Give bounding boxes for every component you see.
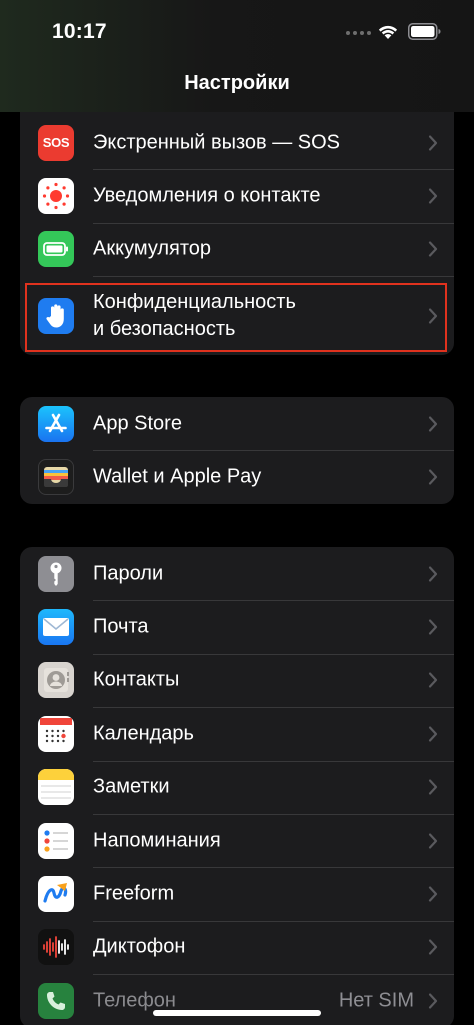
settings-row-label: Экстренный вызов — SOS xyxy=(93,131,340,154)
settings-row-label: Аккумулятор xyxy=(93,237,212,260)
settings-row-value: Нет SIM xyxy=(338,989,414,1012)
reminders-icon xyxy=(38,822,74,859)
calendar-icon xyxy=(38,715,74,752)
settings-row-label: Календарь xyxy=(93,722,194,745)
settings-row-privacy-security[interactable]: Конфиденциальность и безопасность xyxy=(20,276,454,355)
key-icon xyxy=(38,555,74,592)
contacts-icon xyxy=(38,662,74,699)
settings-row-emergency-sos[interactable]: SOS Экстренный вызов — SOS xyxy=(20,116,454,169)
label-line-2: и безопасность xyxy=(93,317,236,340)
settings-row-label: Пароли xyxy=(93,562,164,585)
status-time: 10:17 xyxy=(52,20,107,43)
settings-row-label: App Store xyxy=(93,412,182,435)
freeform-icon xyxy=(38,876,74,913)
settings-row-label: Почта xyxy=(93,615,149,638)
chevron-right-icon xyxy=(428,672,438,689)
chevron-right-icon xyxy=(428,135,438,151)
settings-row-label: Freeform xyxy=(93,882,175,905)
settings-row-wallet[interactable]: Wallet и Apple Pay xyxy=(20,450,454,503)
app-store-icon xyxy=(38,405,74,442)
chevron-right-icon xyxy=(428,308,438,324)
settings-row-reminders[interactable]: Напоминания xyxy=(20,813,454,867)
chevron-right-icon xyxy=(428,469,438,485)
chevron-right-icon xyxy=(428,566,438,582)
settings-row-app-store[interactable]: App Store xyxy=(20,397,454,450)
chevron-right-icon xyxy=(428,416,438,432)
mail-icon xyxy=(38,609,74,646)
settings-row-label: Телефон xyxy=(93,989,176,1012)
navigation-header: 10:17 Настройки xyxy=(0,0,474,112)
wifi-icon xyxy=(378,25,398,39)
settings-row-label: Wallet и Apple Pay xyxy=(93,465,262,488)
settings-row-phone[interactable]: Телефон Нет SIM xyxy=(20,974,454,1025)
voice-memos-icon xyxy=(38,929,74,966)
settings-row-passwords[interactable]: Пароли xyxy=(20,547,454,600)
settings-row-label: Контакты xyxy=(93,668,180,691)
settings-row-mail[interactable]: Почта xyxy=(20,600,454,653)
chevron-right-icon xyxy=(428,886,438,902)
settings-row-freeform[interactable]: Freeform xyxy=(20,867,454,920)
settings-row-label: Напоминания xyxy=(93,829,221,852)
chevron-right-icon xyxy=(428,833,438,849)
settings-row-voice-memos[interactable]: Диктофон xyxy=(20,920,454,974)
chevron-right-icon xyxy=(428,726,438,742)
label-line-1: Конфиденциальность xyxy=(93,290,296,313)
settings-row-label: Конфиденциальность и безопасность xyxy=(93,289,393,343)
settings-row-exposure-notifications[interactable]: Уведомления о контакте xyxy=(20,169,454,222)
settings-row-label: Диктофон xyxy=(93,935,186,958)
notes-icon xyxy=(38,769,74,806)
settings-group-apps: Пароли Почта Контакты Календарь Заметки … xyxy=(20,547,454,1025)
settings-row-notes[interactable]: Заметки xyxy=(20,760,454,814)
settings-group-store: App Store Wallet и Apple Pay xyxy=(20,397,454,504)
hand-privacy-icon xyxy=(38,297,74,334)
sos-icon: SOS xyxy=(38,124,74,161)
wallet-icon xyxy=(38,459,74,496)
chevron-right-icon xyxy=(428,188,438,204)
settings-row-calendar[interactable]: Календарь xyxy=(20,707,454,760)
battery-icon xyxy=(38,231,74,268)
cellular-signal-icon xyxy=(346,31,371,35)
battery-status-icon xyxy=(408,23,441,40)
settings-row-contacts[interactable]: Контакты xyxy=(20,653,454,707)
settings-row-battery[interactable]: Аккумулятор xyxy=(20,222,454,276)
home-indicator[interactable] xyxy=(153,1010,321,1016)
settings-row-label: Уведомления о контакте xyxy=(93,184,321,207)
chevron-right-icon xyxy=(428,241,438,258)
chevron-right-icon xyxy=(428,993,438,1009)
exposure-notification-icon xyxy=(38,178,74,215)
phone-icon xyxy=(38,982,74,1019)
chevron-right-icon xyxy=(428,939,438,956)
chevron-right-icon xyxy=(428,779,438,795)
sos-icon-text: SOS xyxy=(42,135,70,151)
chevron-right-icon xyxy=(428,619,438,635)
page-title: Настройки xyxy=(184,72,290,94)
settings-row-label: Заметки xyxy=(93,775,170,798)
